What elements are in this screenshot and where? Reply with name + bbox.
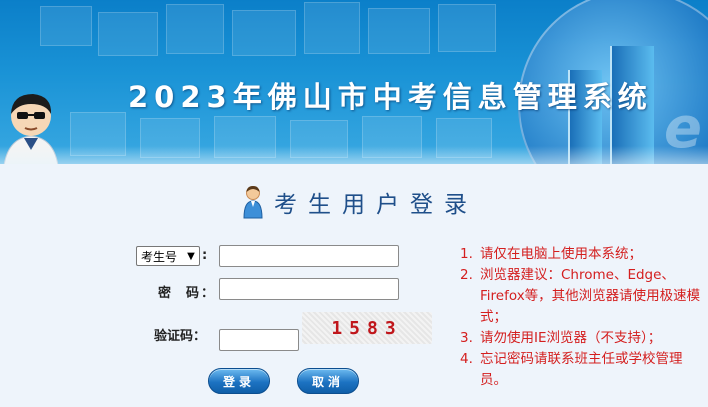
captcha-code: 1583 xyxy=(331,317,403,339)
cancel-button[interactable]: 取消 xyxy=(297,368,359,394)
notice-number: 4. xyxy=(460,351,473,367)
notice-item: 3. 请勿使用IE浏览器（不支持）； xyxy=(460,328,706,349)
student-user-icon xyxy=(243,186,263,219)
notice-text: 忘记密码请联系班主任或学校管理员。 xyxy=(480,351,683,388)
header-banner: e 2023年佛山市中考信息管理系统 xyxy=(0,0,708,164)
id-type-colon: : xyxy=(202,248,208,263)
notice-number: 1. xyxy=(460,246,473,262)
captcha-label: 验证码： xyxy=(154,329,207,344)
notice-text: 请仅在电脑上使用本系统； xyxy=(480,246,642,262)
notice-number: 3. xyxy=(460,330,473,346)
notice-text: 浏览器建议：Chrome、Edge、Firefox等，其他浏览器请使用极速模式； xyxy=(480,267,701,325)
captcha-input[interactable] xyxy=(219,329,299,351)
password-input[interactable] xyxy=(219,278,399,300)
banner-tile xyxy=(304,2,360,54)
notice-list: 1. 请仅在电脑上使用本系统； 2. 浏览器建议：Chrome、Edge、Fir… xyxy=(460,244,706,391)
banner-tile xyxy=(232,10,296,56)
id-type-select[interactable]: 考生号 ▼ xyxy=(136,246,200,266)
banner-fade xyxy=(0,146,708,164)
banner-tile xyxy=(40,6,92,46)
login-heading-text: 考生用户登录 xyxy=(274,192,478,218)
banner-tile xyxy=(368,8,430,54)
banner-tile xyxy=(166,4,224,54)
notice-item: 2. 浏览器建议：Chrome、Edge、Firefox等，其他浏览器请使用极速… xyxy=(460,265,706,328)
chevron-down-icon: ▼ xyxy=(187,250,195,262)
notice-text: 请勿使用IE浏览器（不支持）； xyxy=(480,330,662,346)
login-heading: 考生用户登录 xyxy=(242,184,478,220)
page-title: 2023年佛山市中考信息管理系统 xyxy=(128,80,653,114)
captcha-image[interactable]: 1583 xyxy=(302,312,432,344)
id-type-selected: 考生号 xyxy=(141,249,178,264)
student-id-input[interactable] xyxy=(219,245,399,267)
banner-tile xyxy=(438,4,496,52)
banner-tile xyxy=(98,12,158,56)
notice-item: 4. 忘记密码请联系班主任或学校管理员。 xyxy=(460,349,706,391)
login-button[interactable]: 登录 xyxy=(208,368,270,394)
notice-item: 1. 请仅在电脑上使用本系统； xyxy=(460,244,706,265)
password-label: 密 码： xyxy=(158,286,217,301)
notice-number: 2. xyxy=(460,267,473,283)
